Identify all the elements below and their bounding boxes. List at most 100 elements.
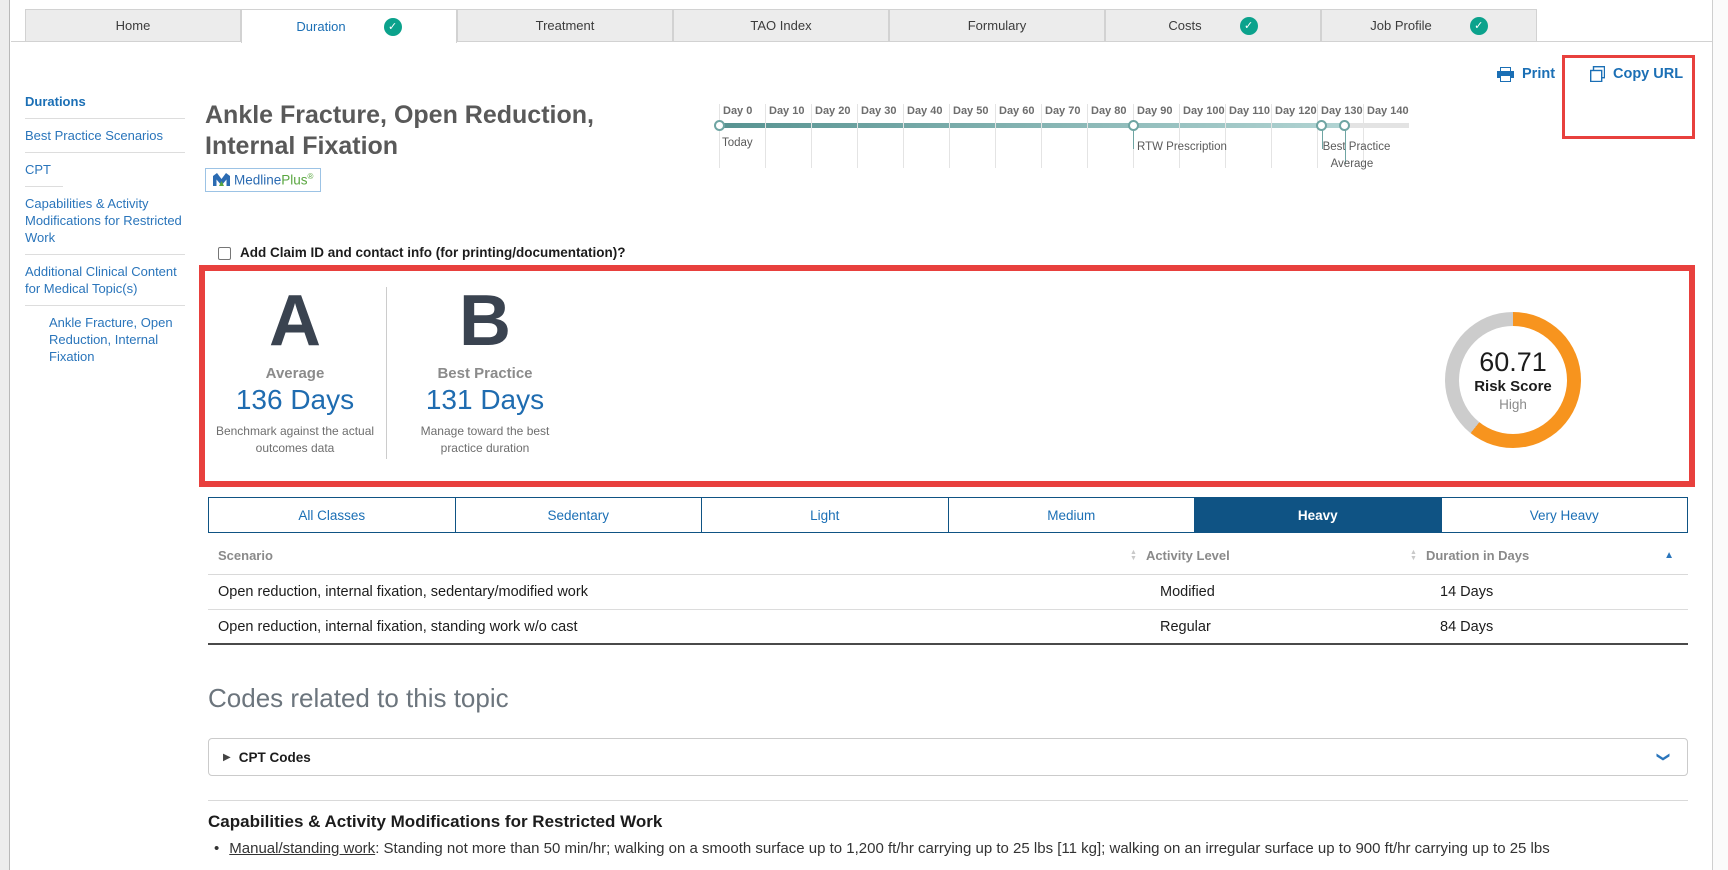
best-practice-days: 131 Days [426, 384, 544, 416]
timeline-tick [857, 104, 858, 168]
expand-arrow-icon: ▶ [223, 752, 231, 763]
claim-checkbox[interactable] [218, 247, 231, 260]
timeline-tick [1179, 104, 1180, 168]
tab-formulary[interactable]: Formulary [889, 9, 1105, 42]
timeline-tick [1317, 104, 1318, 168]
tab-duration-label: Duration [296, 19, 345, 34]
page-title: Ankle Fracture, Open Reduction, Internal… [205, 100, 645, 162]
timeline-marker [1128, 120, 1139, 131]
class-tab-all-classes[interactable]: All Classes [209, 498, 456, 532]
capabilities-heading: Capabilities & Activity Modifications fo… [208, 812, 662, 832]
timeline-marker-label: Average [1331, 158, 1374, 170]
metric-divider [386, 287, 387, 459]
printer-icon [1497, 67, 1514, 82]
timeline-tick-label: Day 40 [907, 105, 942, 117]
timeline-tick-label: Day 130 [1321, 105, 1363, 117]
plus-text: Plus [281, 173, 307, 188]
col-scenario[interactable]: Scenario [208, 548, 1130, 563]
timeline-tick [719, 104, 720, 168]
tab-home[interactable]: Home [25, 9, 241, 42]
check-circle-icon: ✓ [1240, 17, 1258, 35]
medlineplus-badge[interactable]: MedlinePlus® [205, 168, 321, 192]
tab-duration[interactable]: Duration ✓ [241, 9, 457, 43]
capabilities-bullet: •Manual/standing work: Standing not more… [214, 840, 1692, 857]
timeline-tick [903, 104, 904, 168]
tab-tao-index-label: TAO Index [750, 18, 811, 33]
timeline-marker [714, 120, 725, 131]
sidebar-item-additional-clinical-content[interactable]: Additional Clinical Content for Medical … [25, 255, 185, 306]
cpt-codes-label: CPT Codes [239, 750, 311, 765]
tab-job-profile[interactable]: Job Profile ✓ [1321, 9, 1537, 42]
registered-mark: ® [308, 172, 314, 181]
timeline-tick-label: Day 110 [1229, 105, 1270, 117]
timeline-marker [1339, 120, 1350, 131]
print-label: Print [1522, 66, 1555, 82]
app-screen: Home Duration ✓ Treatment TAO Index Form… [0, 0, 1728, 870]
claim-checkbox-label: Add Claim ID and contact info (for print… [240, 245, 625, 260]
timeline-marker-label: RTW Prescription [1137, 141, 1227, 153]
medline-text: Medline [234, 173, 281, 188]
timeline-marker-label: Best Practice [1323, 141, 1391, 153]
average-days: 136 Days [236, 384, 354, 416]
best-practice-letter: B [459, 283, 511, 359]
class-tab-sedentary[interactable]: Sedentary [456, 498, 703, 532]
timeline-tick [949, 104, 950, 168]
tab-costs[interactable]: Costs ✓ [1105, 9, 1321, 42]
timeline-tick-label: Day 50 [953, 105, 988, 117]
class-tab-very-heavy[interactable]: Very Heavy [1442, 498, 1688, 532]
sidebar-item-cpt[interactable]: CPT [25, 153, 185, 186]
timeline-tick [995, 104, 996, 168]
timeline-tick-label: Day 10 [769, 105, 804, 117]
medlineplus-logo-icon [213, 173, 230, 186]
sort-ascending-icon[interactable]: ▲ [1664, 550, 1674, 561]
check-circle-icon: ✓ [1470, 17, 1488, 35]
risk-gauge-center: 60.71 Risk Score High [1459, 326, 1567, 434]
tab-job-profile-label: Job Profile [1370, 18, 1431, 33]
timeline-tick-label: Day 120 [1275, 105, 1317, 117]
check-circle-icon: ✓ [384, 18, 402, 36]
chevron-down-icon[interactable]: ❯ [1656, 752, 1672, 763]
sidebar: Durations Best Practice Scenarios CPT Ca… [25, 85, 185, 373]
codes-section-heading: Codes related to this topic [208, 683, 509, 714]
table-header: Scenario ▲▼ Activity Level ▲▼ Duration i… [208, 537, 1688, 575]
timeline-tick [1087, 104, 1088, 168]
class-tab-heavy[interactable]: Heavy [1195, 498, 1442, 532]
tab-home-label: Home [116, 18, 151, 33]
sidebar-item-durations[interactable]: Durations [25, 85, 185, 119]
risk-gauge-ring: 60.71 Risk Score High [1445, 312, 1581, 448]
class-tab-light[interactable]: Light [702, 498, 949, 532]
timeline-tick-label: Day 140 [1367, 105, 1409, 117]
timeline-tick-label: Day 70 [1045, 105, 1080, 117]
tab-formulary-label: Formulary [968, 18, 1027, 33]
col-activity-level[interactable]: ▲▼ Activity Level [1130, 548, 1410, 563]
timeline-track [719, 123, 1347, 128]
sidebar-item-best-practice-scenarios[interactable]: Best Practice Scenarios [25, 119, 185, 153]
print-button[interactable]: Print [1497, 66, 1555, 82]
cell-duration: 84 Days [1410, 619, 1688, 635]
timeline-tick [1225, 104, 1226, 168]
timeline-tick [811, 104, 812, 168]
sort-icon[interactable]: ▲▼ [1130, 550, 1137, 562]
bullet-lead-link[interactable]: Manual/standing work [229, 840, 375, 857]
timeline-marker-line [1133, 130, 1134, 149]
tab-costs-label: Costs [1168, 18, 1201, 33]
scrollbar-track[interactable] [1712, 0, 1728, 870]
timeline-marker [1316, 120, 1327, 131]
tab-tao-index[interactable]: TAO Index [673, 9, 889, 42]
col-duration-in-days[interactable]: ▲▼ Duration in Days [1410, 548, 1688, 563]
class-tab-medium[interactable]: Medium [949, 498, 1196, 532]
best-practice-metric: B Best Practice 131 Days Manage toward t… [395, 283, 575, 457]
sidebar-item-ankle-fracture-topic[interactable]: Ankle Fracture, Open Reduction, Internal… [25, 306, 185, 373]
table-row[interactable]: Open reduction, internal fixation, stand… [208, 610, 1688, 645]
sidebar-item-capabilities[interactable]: Capabilities & Activity Modifications fo… [25, 187, 185, 255]
table-row[interactable]: Open reduction, internal fixation, seden… [208, 575, 1688, 610]
tab-treatment[interactable]: Treatment [457, 9, 673, 42]
section-divider [208, 800, 1688, 801]
risk-score-level: High [1499, 396, 1527, 414]
risk-score-label: Risk Score [1474, 377, 1552, 396]
sort-icon[interactable]: ▲▼ [1410, 550, 1417, 562]
cell-duration: 14 Days [1410, 584, 1688, 600]
cpt-codes-accordion[interactable]: ▶ CPT Codes ❯ [208, 738, 1688, 776]
risk-score-value: 60.71 [1479, 347, 1547, 377]
work-class-tabs: All Classes Sedentary Light Medium Heavy… [208, 497, 1688, 533]
